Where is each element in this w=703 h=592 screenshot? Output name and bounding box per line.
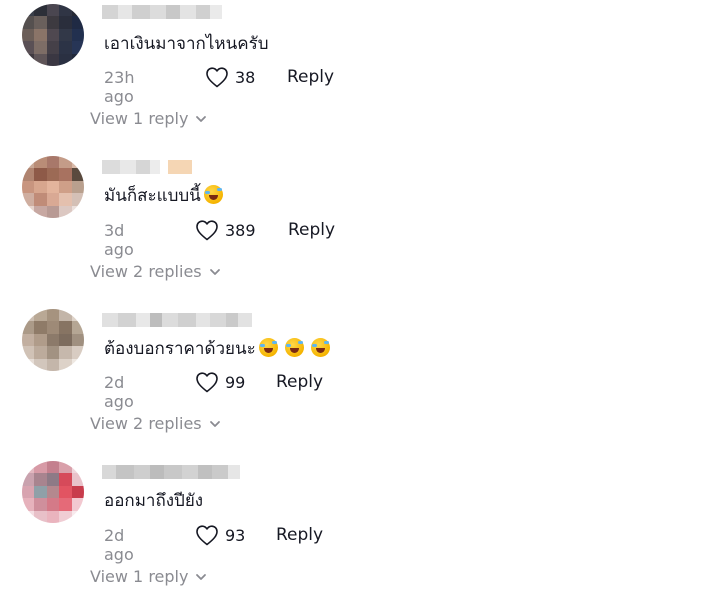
username-redacted[interactable] [102, 160, 192, 174]
comment-timestamp: 3d ago [104, 221, 134, 259]
comment-text: มันก็สะแบบนี้ [104, 184, 223, 208]
rolling-on-floor-laughing-emoji [310, 338, 330, 357]
comment-text-content: เอาเงินมาจากไหนครับ [104, 34, 269, 54]
username-redacted[interactable] [102, 5, 222, 19]
like-count: 38 [235, 67, 256, 87]
reply-button[interactable]: Reply [287, 67, 334, 87]
heart-outline-icon [196, 525, 218, 546]
view-replies-label: View 2 replies [90, 414, 202, 433]
rolling-on-floor-laughing-emoji [258, 338, 278, 357]
comment-text-content: ต้องบอกราคาด้วยนะ [104, 339, 256, 359]
like-button[interactable]: 38 [205, 66, 255, 88]
reply-button[interactable]: Reply [276, 372, 323, 392]
comment-timestamp: 23h ago [104, 68, 135, 106]
comment-text: ออกมาถึงปียัง [104, 489, 203, 513]
view-replies-label: View 2 replies [90, 262, 202, 281]
heart-outline-icon [206, 67, 228, 88]
like-count: 93 [225, 525, 246, 545]
rolling-on-floor-laughing-emoji [284, 338, 304, 357]
view-replies-label: View 1 reply [90, 567, 189, 586]
view-replies-button[interactable]: View 2 replies [90, 262, 222, 281]
chevron-down-icon [196, 573, 207, 580]
like-button[interactable]: 99 [195, 371, 245, 393]
comment-text-content: ออกมาถึงปียัง [104, 491, 204, 511]
chevron-down-icon [209, 268, 220, 275]
avatar[interactable] [22, 156, 84, 218]
view-replies-button[interactable]: View 2 replies [90, 414, 222, 433]
comment-timestamp: 2d ago [104, 373, 134, 411]
like-count: 389 [225, 220, 256, 240]
avatar[interactable] [22, 309, 84, 371]
heart-outline-icon [196, 372, 218, 393]
like-count: 99 [225, 372, 246, 392]
reply-button[interactable]: Reply [288, 220, 335, 240]
avatar[interactable] [22, 4, 84, 66]
chevron-down-icon [209, 420, 220, 427]
view-replies-label: View 1 reply [90, 109, 189, 128]
like-button[interactable]: 389 [195, 219, 256, 241]
heart-outline-icon [196, 220, 218, 241]
avatar[interactable] [22, 461, 84, 523]
comment-text: เอาเงินมาจากไหนครับ [104, 32, 269, 56]
comment-timestamp: 2d ago [104, 526, 134, 564]
view-replies-button[interactable]: View 1 reply [90, 567, 208, 586]
chevron-down-icon [196, 115, 207, 122]
view-replies-button[interactable]: View 1 reply [90, 109, 208, 128]
comment-text: ต้องบอกราคาด้วยนะ [104, 337, 330, 361]
rolling-on-floor-laughing-emoji [203, 185, 223, 204]
like-button[interactable]: 93 [195, 524, 245, 546]
reply-button[interactable]: Reply [276, 525, 323, 545]
username-redacted[interactable] [102, 313, 252, 327]
username-redacted[interactable] [102, 465, 240, 479]
comment-text-content: มันก็สะแบบนี้ [104, 186, 201, 206]
